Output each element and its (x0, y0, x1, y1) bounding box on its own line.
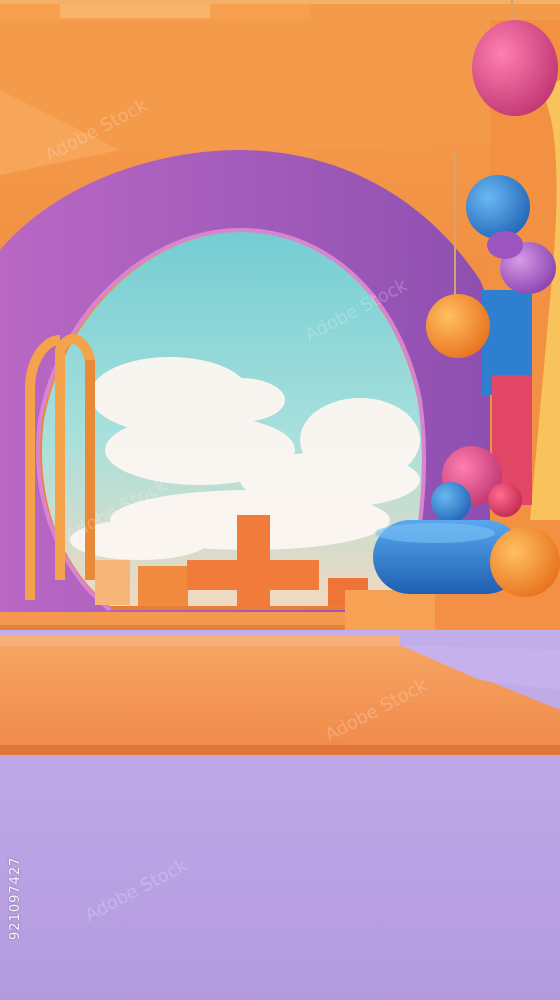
surreal-room-scene: Adobe Stock Adobe Stock Adobe Stock Adob… (0, 0, 560, 1000)
stock-id-label: 921097427 (8, 856, 23, 940)
scene-artwork (0, 0, 560, 1000)
